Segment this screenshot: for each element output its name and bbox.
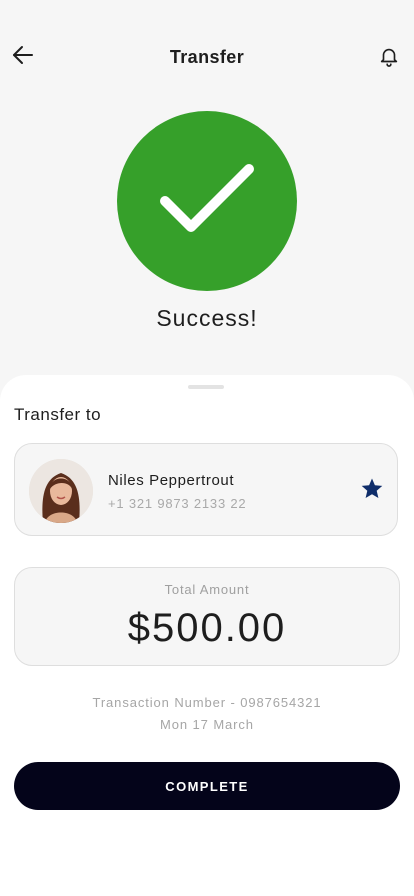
star-icon (360, 477, 384, 506)
page-title: Transfer (169, 47, 245, 67)
section-title: Transfer to (14, 405, 102, 424)
app-header: Transfer (0, 0, 414, 114)
complete-button[interactable]: COMPLETE (14, 762, 400, 810)
transaction-number: Transaction Number - 0987654321 (92, 695, 322, 710)
notifications-button[interactable] (374, 43, 404, 73)
transaction-date: Mon 17 March (160, 717, 254, 732)
amount-label: Total Amount (164, 582, 250, 597)
favorite-button[interactable] (359, 478, 385, 504)
avatar (29, 459, 93, 523)
amount-card: Total Amount $500.00 (14, 567, 400, 666)
sheet-drag-handle[interactable] (188, 385, 224, 389)
recipient-name: Niles Peppertrout (108, 472, 235, 489)
bell-icon (378, 45, 400, 72)
amount-value: $500.00 (127, 606, 287, 650)
success-message: Success! (156, 305, 258, 331)
recipient-phone: +1 321 9873 2133 22 (108, 496, 247, 511)
transfer-details-sheet: Transfer to Niles Peppertrout +1 321 987… (0, 375, 414, 896)
success-badge (117, 111, 297, 291)
checkmark-icon (157, 159, 257, 244)
recipient-card[interactable]: Niles Peppertrout +1 321 9873 2133 22 (14, 443, 398, 536)
